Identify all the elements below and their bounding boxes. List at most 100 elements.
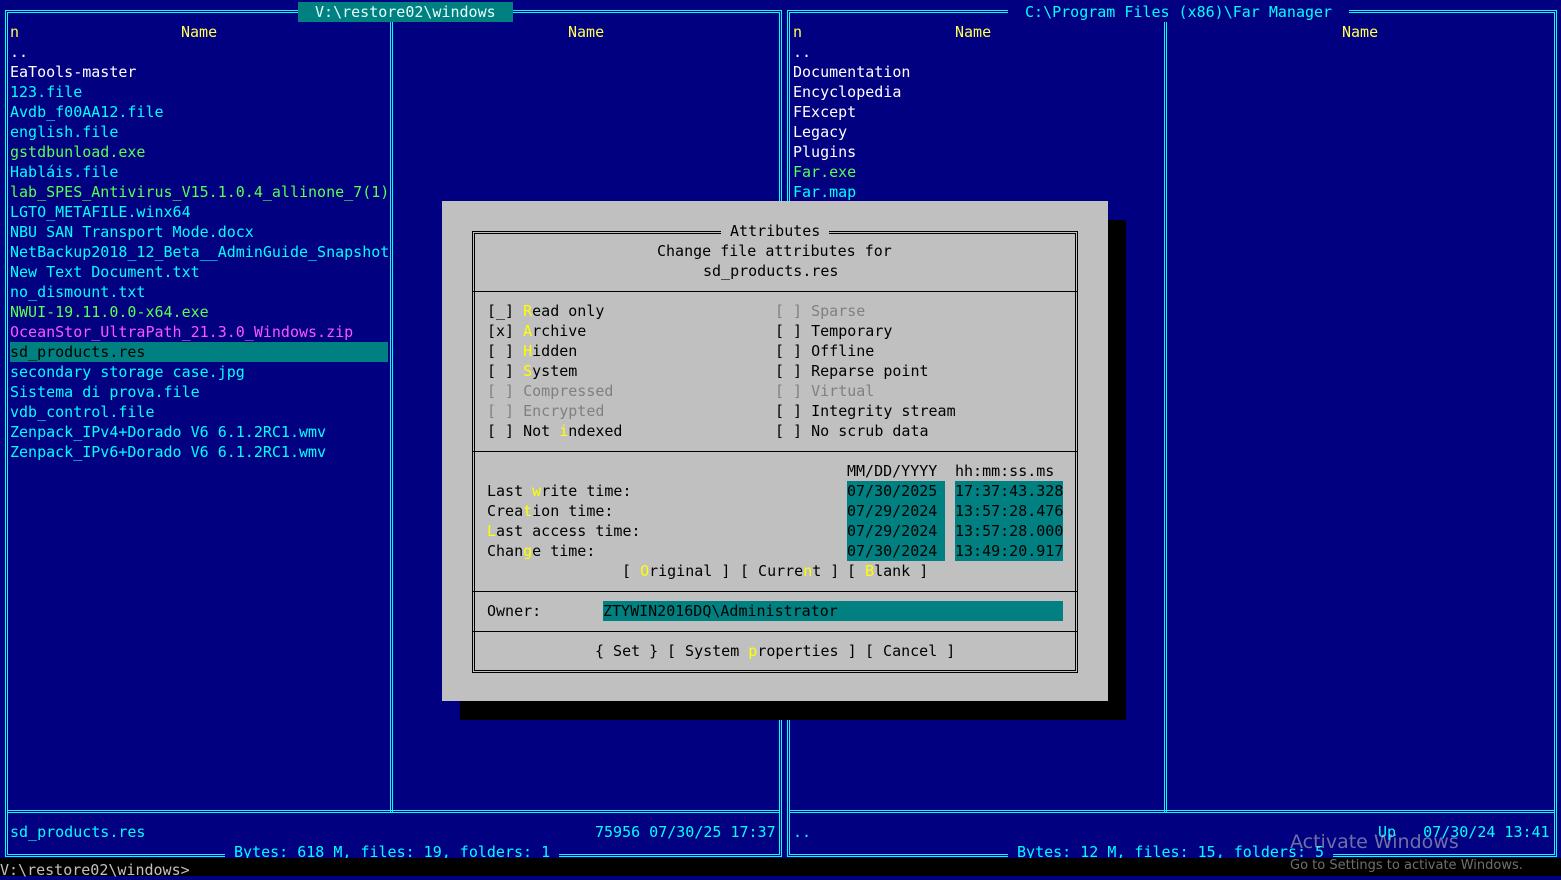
file-list-item[interactable]: New Text Document.txt xyxy=(10,262,388,282)
file-list-item[interactable]: gstdbunload.exe xyxy=(10,142,388,162)
file-list-item[interactable]: Avdb_f00AA12.file xyxy=(10,102,388,122)
file-list-item[interactable]: Far.map xyxy=(793,182,1153,202)
right-col-name-header-2[interactable]: Name xyxy=(1342,22,1378,42)
file-list-item[interactable]: NetBackup2018_12_Beta__AdminGuide_Snapsh… xyxy=(10,242,388,262)
checkbox-label: Compressed xyxy=(523,382,614,400)
date-input[interactable]: 07/30/2024 xyxy=(847,541,945,561)
date-input[interactable]: 07/29/2024 xyxy=(847,501,945,521)
cancel-button[interactable]: [ Cancel ] xyxy=(865,641,955,661)
time-label-rest: rite time: xyxy=(541,482,632,500)
right-file-list[interactable]: .. Documentation Encyclopedia FExcept Legacy… xyxy=(793,42,1153,202)
time-label-prefix: Chan xyxy=(487,542,524,560)
attribute-checkbox[interactable]: [ ] Compressed xyxy=(487,381,622,401)
time-row: Last access time: 07/29/2024 13:57:28.000 xyxy=(487,521,1067,541)
right-col-name-header[interactable]: Name xyxy=(955,22,991,42)
file-list-item[interactable]: LGTO_METAFILE.winx64 xyxy=(10,202,388,222)
activate-windows-title: Activate Windows xyxy=(1290,831,1459,853)
checkbox-label: ystem xyxy=(532,362,578,380)
attribute-checkbox[interactable]: [ ] System xyxy=(487,361,622,381)
file-list-item[interactable]: NWUI-19.11.0.0-x64.exe xyxy=(10,302,388,322)
attribute-checkbox[interactable]: [ ] Not indexed xyxy=(487,421,622,441)
checkbox-hotkey: R xyxy=(523,302,533,320)
file-list-item[interactable]: Habláis.file xyxy=(10,162,388,182)
file-list-item[interactable]: Far.exe xyxy=(793,162,1153,182)
time-row: Change time: 07/30/2024 13:49:20.917 xyxy=(487,541,1067,561)
right-panel-path-title[interactable]: C:\Program Files (x86)\Far Manager xyxy=(1008,2,1350,22)
file-list-item[interactable]: .. xyxy=(793,42,1153,62)
file-list-item[interactable]: Documentation xyxy=(793,62,1153,82)
file-list-item[interactable]: Zenpack_IPv6+Dorado V6 6.1.2RC1.wmv xyxy=(10,442,388,462)
date-input[interactable]: 07/30/2025 xyxy=(847,481,945,501)
set-button[interactable]: { Set } xyxy=(595,641,658,661)
file-list-item[interactable]: Encyclopedia xyxy=(793,82,1153,102)
dialog-separator-4 xyxy=(472,631,1078,632)
attribute-checkbox[interactable]: [ ] Offline xyxy=(775,341,956,361)
left-panel-status-divider xyxy=(7,810,780,813)
checkbox-label-prefix: Not xyxy=(523,422,560,440)
file-list-item[interactable]: Plugins xyxy=(793,142,1153,162)
file-list-item[interactable]: english.file xyxy=(10,122,388,142)
dialog-subtitle-1: Change file attributes for xyxy=(657,242,892,260)
checkbox-box: [ ] xyxy=(487,422,524,440)
left-col-name-header-2[interactable]: Name xyxy=(568,22,604,42)
checkbox-hotkey: i xyxy=(559,422,569,440)
time-label: Last access time: xyxy=(487,521,641,541)
blank-button[interactable]: [ Blank ] xyxy=(847,561,928,581)
left-file-list[interactable]: .. EaTools-master 123.file Avdb_f00AA12.fil… xyxy=(10,42,388,462)
time-input[interactable]: 13:49:20.917 xyxy=(955,541,1063,561)
dialog-separator-2 xyxy=(472,451,1078,452)
file-list-item[interactable]: sd_products.res xyxy=(10,342,388,362)
attribute-checkbox[interactable]: [ ] No scrub data xyxy=(775,421,956,441)
checkbox-box: [ ] xyxy=(487,342,524,360)
attributes-dialog[interactable]: Attributes Change file attributes for sd… xyxy=(442,201,1108,701)
file-list-item[interactable]: vdb_control.file xyxy=(10,402,388,422)
time-input[interactable]: 13:57:28.000 xyxy=(955,521,1063,541)
file-list-item[interactable]: lab_SPES_Antivirus_V15.1.0.4_allinone_7(… xyxy=(10,182,388,202)
file-list-item[interactable]: no_dismount.txt xyxy=(10,282,388,302)
time-fields: Last write time: 07/30/2025 17:37:43.328 Cr… xyxy=(487,481,1067,561)
attribute-checkbox[interactable]: [ ] Encrypted xyxy=(487,401,622,421)
file-list-item[interactable]: EaTools-master xyxy=(10,62,388,82)
right-status-filename: .. xyxy=(793,823,812,841)
checkbox-label: rchive xyxy=(532,322,587,340)
date-input[interactable]: 07/29/2024 xyxy=(847,521,945,541)
attribute-checkbox[interactable]: [ ] Reparse point xyxy=(775,361,956,381)
left-col-name-header[interactable]: Name xyxy=(181,22,217,42)
file-list-item[interactable]: NBU SAN Transport Mode.docx xyxy=(10,222,388,242)
original-button-prefix: [ xyxy=(622,562,641,580)
checkbox-label: Encrypted xyxy=(523,402,605,420)
attribute-checkbox[interactable]: [ ] Hidden xyxy=(487,341,622,361)
file-list-item[interactable]: FExcept xyxy=(793,102,1153,122)
file-list-item[interactable]: secondary storage case.jpg xyxy=(10,362,388,382)
left-col-n-header[interactable]: n xyxy=(10,22,19,42)
original-button[interactable]: [ Original ] xyxy=(622,561,730,581)
time-input[interactable]: 13:57:28.476 xyxy=(955,501,1063,521)
file-list-item[interactable]: Sistema di prova.file xyxy=(10,382,388,402)
command-line-prompt[interactable]: V:\restore02\windows> xyxy=(0,860,190,880)
file-list-item[interactable]: Legacy xyxy=(793,122,1153,142)
file-list-item[interactable]: OceanStor_UltraPath_21.3.0_Windows.zip xyxy=(10,322,388,342)
checkbox-box: [ ] xyxy=(775,382,812,400)
attribute-checkbox[interactable]: [ ] Sparse xyxy=(775,301,956,321)
checkbox-label: ead only xyxy=(532,302,605,320)
current-button[interactable]: [ Current ] xyxy=(740,561,839,581)
attribute-checkbox[interactable]: [ ] Integrity stream xyxy=(775,401,956,421)
blank-button-prefix: [ xyxy=(847,562,866,580)
time-input[interactable]: 17:37:43.328 xyxy=(955,481,1063,501)
right-col-n-header[interactable]: n xyxy=(793,22,802,42)
file-list-item[interactable]: Zenpack_IPv4+Dorado V6 6.1.2RC1.wmv xyxy=(10,422,388,442)
file-list-item[interactable]: 123.file xyxy=(10,82,388,102)
attribute-checkbox[interactable]: [ ] Virtual xyxy=(775,381,956,401)
dialog-separator-3 xyxy=(472,591,1078,592)
file-list-item[interactable]: .. xyxy=(10,42,388,62)
system-properties-button[interactable]: [ System properties ] xyxy=(667,641,857,661)
checkbox-box: [ ] xyxy=(775,422,812,440)
attribute-checkbox[interactable]: [_] Read only xyxy=(487,301,622,321)
attribute-checkboxes-left: [_] Read only [x] Archive[ ] Hidden[ ] Sy… xyxy=(487,301,622,441)
attribute-checkbox[interactable]: [x] Archive xyxy=(487,321,622,341)
left-panel-column-divider xyxy=(390,12,393,812)
owner-input[interactable]: ZTYWIN2016DQ\Administrator xyxy=(603,601,1063,621)
attribute-checkbox[interactable]: [ ] Temporary xyxy=(775,321,956,341)
left-panel-path-title[interactable]: V:\restore02\windows xyxy=(298,2,513,22)
checkbox-label: idden xyxy=(532,342,578,360)
